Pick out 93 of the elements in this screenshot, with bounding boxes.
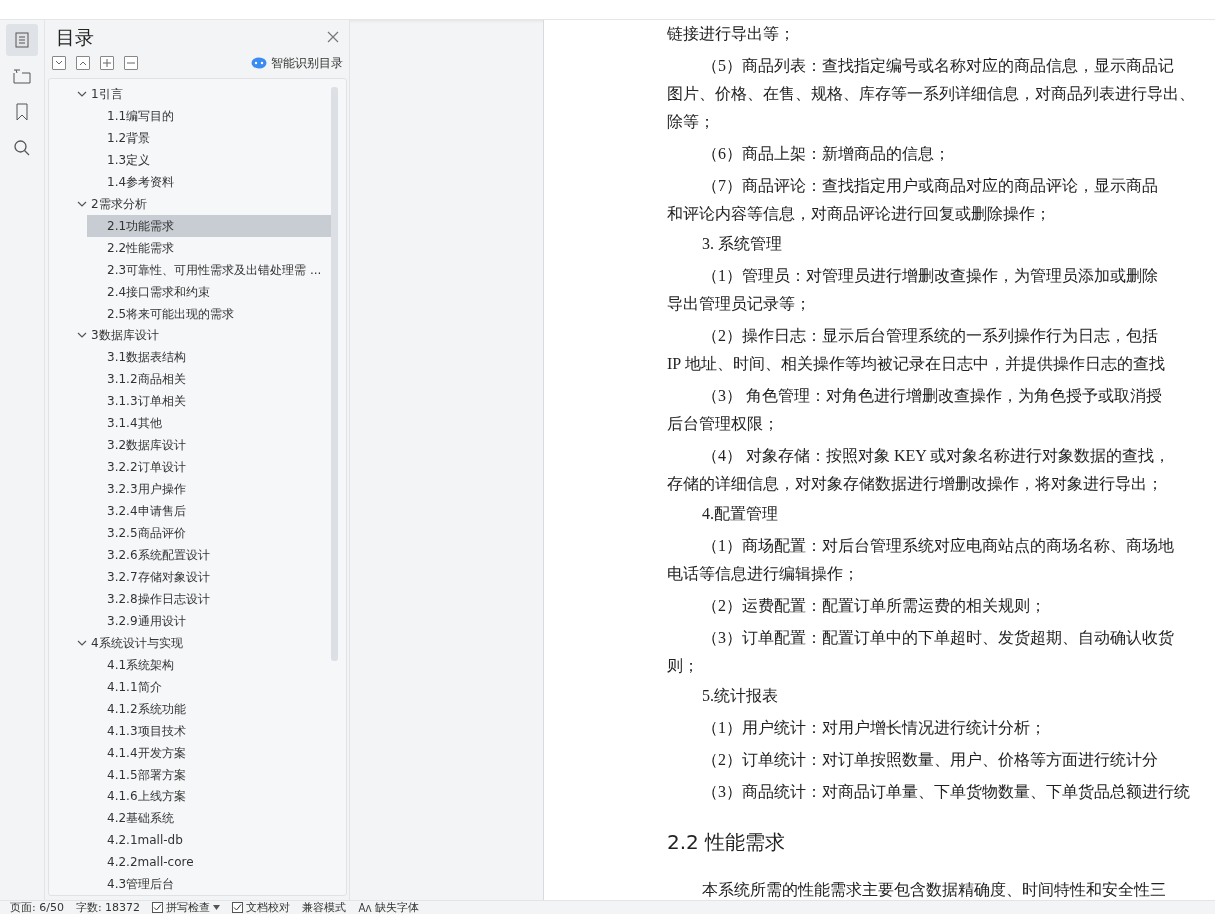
toc-item[interactable]: 1.4参考资料 [87, 170, 331, 193]
text-line: 图片、价格、在售、规格、库存等一系列详细信息，对商品列表进行导出、 [667, 84, 1195, 104]
text-line: 电话等信息进行编辑操作； [667, 564, 859, 584]
caret-icon[interactable] [213, 905, 221, 910]
remove-level-button[interactable] [124, 56, 138, 70]
toc-item[interactable]: 3.2.2订单设计 [87, 456, 331, 479]
toc-item[interactable]: 2.2性能需求 [87, 236, 331, 259]
text-line: （7）商品评论：查找指定用户或商品对应的商品评论，显示商品 [702, 176, 1158, 196]
toc-item[interactable]: 4系统设计与实现 [49, 631, 331, 654]
add-level-button[interactable] [100, 56, 114, 70]
text-line: （6）商品上架：新增商品的信息； [702, 144, 950, 164]
toc-item[interactable]: 3.2.4申请售后 [87, 500, 331, 523]
text-line: （3）商品统计：对商品订单量、下单货物数量、下单货品总额进行统 [702, 782, 1190, 802]
text-line: 除等； [667, 112, 715, 132]
expand-up-button[interactable] [76, 56, 90, 70]
section-heading: 2.2 性能需求 [667, 829, 786, 856]
text-line: 3. 系统管理 [702, 234, 782, 254]
smart-toc-button[interactable]: 智能识别目录 [251, 54, 343, 72]
toc-item[interactable]: 4.1.6上线方案 [87, 785, 331, 808]
scrollbar-thumb[interactable] [331, 87, 338, 661]
text-line: （1）管理员：对管理员进行增删改查操作，为管理员添加或删除 [702, 266, 1158, 286]
text-line: （4） 对象存储：按照对象 KEY 或对象名称进行对象数据的查找， [702, 446, 1171, 466]
toc-item[interactable]: 1.3定义 [87, 148, 331, 171]
panel-title: 目录 [56, 24, 94, 50]
chevron-up-icon [79, 60, 87, 66]
text-line: IP 地址、时间、相关操作等均被记录在日志中，并提供操作日志的查找 [667, 354, 1165, 374]
text-line: 存储的详细信息，对对象存储数据进行增删改操作，将对象进行导出； [667, 474, 1163, 494]
bookmark-icon [15, 103, 29, 121]
text-line: 链接进行导出等； [667, 24, 795, 44]
font-icon [358, 902, 373, 913]
text-line: 4.配置管理 [702, 504, 778, 524]
sidebar-tab[interactable] [6, 24, 38, 56]
proofread-toggle[interactable]: 文档校对 [246, 901, 291, 914]
toc-item[interactable]: 3.1.4其他 [87, 412, 331, 435]
word-count: 字数: 18372 [75, 901, 141, 914]
toc-item[interactable]: 4.1.1简介 [87, 675, 331, 698]
text-line: （1）用户统计：对用户增长情况进行统计分析； [702, 718, 1046, 738]
minus-icon [127, 59, 135, 67]
robot-icon [251, 57, 267, 69]
outline-icon [13, 68, 31, 84]
plus-icon [103, 59, 111, 67]
toc-item[interactable]: 4.1.2系统功能 [87, 697, 331, 720]
toc-item[interactable]: 4.1.3项目技术 [87, 719, 331, 742]
toc-item[interactable]: 3.2.6系统配置设计 [87, 544, 331, 566]
toc-item[interactable]: 4.2基础系统 [87, 807, 331, 830]
toc-item[interactable]: 2.5将来可能出现的需求 [87, 302, 331, 325]
toc-item[interactable]: 4.3管理后台 [87, 873, 331, 895]
toc-item[interactable]: 1.1编写目的 [87, 104, 331, 127]
toc-item[interactable]: 4.1.4开发方案 [87, 741, 331, 764]
text-line: （2）操作日志：显示后台管理系统的一系列操作行为日志，包括 [702, 326, 1158, 346]
toc-item[interactable]: 3数据库设计 [49, 324, 331, 347]
toc-item[interactable]: 3.2.3用户操作 [87, 478, 331, 501]
checkbox[interactable] [152, 902, 164, 913]
search-icon [13, 139, 31, 157]
toc-item[interactable]: 3.1.2商品相关 [87, 368, 331, 391]
close-icon[interactable] [327, 31, 339, 43]
toc-item[interactable]: 4.1系统架构 [87, 653, 331, 676]
text-line: 则； [667, 656, 699, 676]
toc-item[interactable]: 3.2.8操作日志设计 [87, 587, 331, 610]
text-line: （3）订单配置：配置订单中的下单超时、发货超期、自动确认收货 [702, 628, 1174, 648]
toc-item[interactable]: 3.2.7存储对象设计 [87, 565, 331, 588]
spell-check-toggle[interactable]: 拼写检查 [166, 901, 211, 914]
toc-item[interactable]: 3.1数据表结构 [87, 346, 331, 369]
collapse-all-button[interactable] [52, 56, 66, 70]
toc-item[interactable]: 4.2.1mall-db [87, 829, 331, 852]
text-line: 5.统计报表 [702, 686, 778, 706]
toc-item[interactable]: 3.2.9通用设计 [87, 609, 331, 632]
toc-item[interactable]: 3.2数据库设计 [87, 434, 331, 457]
toc-item[interactable]: 2.3可靠性、可用性需求及出错处理需 ... [87, 258, 331, 281]
toc-item[interactable]: 3.1.3订单相关 [87, 390, 331, 413]
text-line: （5）商品列表：查找指定编号或名称对应的商品信息，显示商品记 [702, 56, 1174, 76]
compat-mode-label[interactable]: 兼容模式 [302, 901, 347, 914]
page-count: 页面: 6/50 [10, 901, 64, 914]
document-list-icon [14, 32, 30, 48]
text-line: 导出管理员记录等； [667, 294, 811, 314]
text-line: （2）订单统计：对订单按照数量、用户、价格等方面进行统计分 [702, 750, 1158, 770]
toc-item[interactable]: 4.2.2mall-core [87, 851, 331, 874]
toc-item[interactable]: 4.1.5部署方案 [87, 763, 331, 786]
toc-item[interactable]: 3.2.5商品评价 [87, 522, 331, 544]
chevron-down-icon [55, 60, 63, 66]
text-line: 和评论内容等信息，对商品评论进行回复或删除操作； [667, 204, 1051, 224]
toc-item[interactable]: 1引言 [49, 83, 331, 105]
text-line: （2）运费配置：配置订单所需运费的相关规则； [702, 596, 1046, 616]
checkbox[interactable] [232, 902, 244, 913]
text-line: 后台管理权限； [667, 414, 779, 434]
text-line: 本系统所需的性能需求主要包含数据精确度、时间特性和安全性三 [702, 880, 1166, 900]
toc-item[interactable]: 2需求分析 [49, 192, 331, 215]
toc-item[interactable]: 1.2背景 [87, 126, 331, 149]
missing-fonts-label[interactable]: 缺失字体 [375, 901, 420, 914]
toc-item[interactable]: 2.1功能需求 [87, 214, 331, 237]
text-line: （3） 角色管理：对角色进行增删改查操作，为角色授予或取消授 [702, 386, 1162, 406]
toc-item[interactable]: 2.4接口需求和约束 [87, 280, 331, 303]
text-line: （1）商场配置：对后台管理系统对应电商站点的商场名称、商场地 [702, 536, 1174, 556]
